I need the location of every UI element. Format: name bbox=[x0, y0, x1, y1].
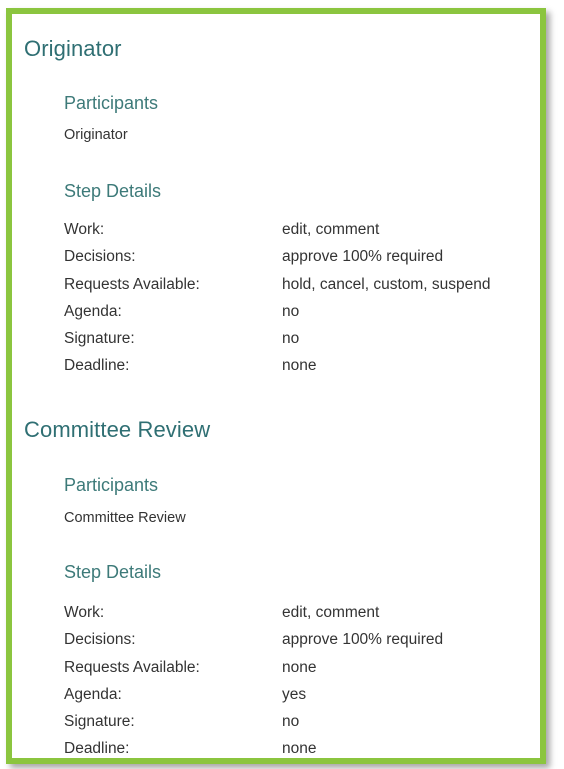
detail-value: approve 100% required bbox=[282, 631, 444, 649]
detail-value: edit, comment bbox=[282, 221, 380, 238]
detail-value: no bbox=[282, 330, 300, 348]
detail-value: edit, comment bbox=[282, 604, 380, 621]
detail-value: no bbox=[282, 302, 300, 320]
detail-label: Requests Available: bbox=[64, 275, 200, 293]
detail-label: Agenda: bbox=[64, 685, 122, 703]
detail-label: Work: bbox=[64, 604, 105, 621]
detail-value: no bbox=[282, 713, 300, 731]
detail-label: Decisions: bbox=[64, 631, 136, 649]
detail-label: Work: bbox=[64, 221, 105, 238]
workflow-steps-panel: Originator Participants Originator Step … bbox=[6, 8, 546, 764]
detail-label: Deadline: bbox=[64, 740, 130, 758]
detail-value: hold, cancel, custom, suspend bbox=[282, 275, 491, 293]
detail-label: Agenda: bbox=[64, 302, 122, 320]
detail-label: Decisions: bbox=[64, 248, 136, 266]
detail-label: Deadline: bbox=[64, 357, 130, 375]
detail-value: none bbox=[282, 357, 317, 375]
detail-value: none bbox=[282, 740, 317, 758]
detail-label: Signature: bbox=[64, 713, 135, 731]
detail-value: none bbox=[282, 658, 317, 676]
step-details-heading: Step Details bbox=[64, 562, 162, 582]
step-details-heading: Step Details bbox=[64, 181, 162, 201]
detail-value: yes bbox=[282, 685, 307, 703]
participants-value: Originator bbox=[64, 127, 128, 143]
step-title-committee-review: Committee Review bbox=[24, 417, 211, 442]
participants-heading: Participants bbox=[64, 475, 159, 495]
detail-label: Requests Available: bbox=[64, 658, 200, 676]
detail-label: Signature: bbox=[64, 330, 135, 348]
participants-heading: Participants bbox=[64, 93, 159, 113]
detail-value: approve 100% required bbox=[282, 248, 444, 266]
participants-value: Committee Review bbox=[64, 510, 186, 526]
step-title-originator: Originator bbox=[24, 36, 122, 61]
